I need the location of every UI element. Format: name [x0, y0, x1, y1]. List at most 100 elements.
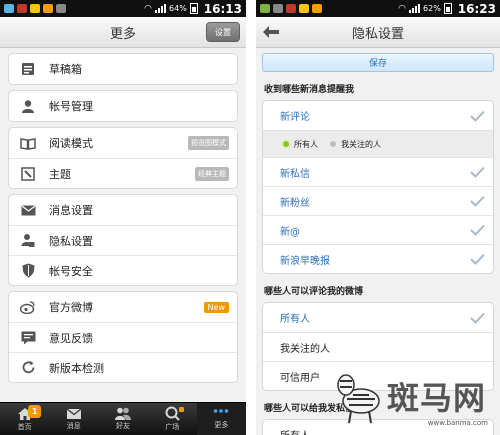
option-label: 所有人	[280, 314, 310, 325]
radio-label: 我关注的人	[341, 139, 381, 149]
signal-icon	[155, 4, 167, 13]
option-comment-following[interactable]: 我关注的人	[263, 332, 493, 361]
battery-icon	[189, 3, 198, 14]
app-icon	[56, 4, 66, 13]
radio-unselected-icon	[330, 141, 336, 147]
privacy-settings-screen: ◠ 62% 16:23 隐私设置 保存 收到哪些新消息提醒我 新评论 所有人 我…	[256, 0, 500, 435]
menu-item-official-weibo[interactable]: 官方微博 New	[9, 292, 237, 322]
menu-item-label: 新版本检测	[49, 361, 104, 375]
tab-friends[interactable]: 好友	[98, 403, 147, 435]
shield-icon	[19, 263, 37, 279]
wechat-icon	[299, 4, 309, 13]
option-label: 新私信	[280, 168, 310, 180]
friends-icon	[115, 407, 131, 420]
option-comment-everyone[interactable]: 所有人	[263, 303, 493, 332]
wifi-icon: ◠	[398, 3, 407, 14]
checkmark-icon	[470, 224, 485, 236]
radio-everyone[interactable]: 所有人	[283, 139, 318, 150]
menu-item-account-management[interactable]: 帐号管理	[9, 91, 237, 121]
radio-following[interactable]: 我关注的人	[330, 139, 381, 150]
book-icon	[19, 135, 37, 151]
clock: 16:23	[457, 1, 496, 16]
reading-mode-value: 预览图模式	[188, 136, 229, 150]
title-bar: 更多 设置	[0, 17, 246, 48]
radio-label: 所有人	[294, 139, 318, 149]
tab-home[interactable]: 首页 1	[0, 403, 49, 435]
unread-count-badge: 1	[28, 405, 42, 418]
battery-icon	[443, 3, 452, 14]
tab-square[interactable]: 广场	[148, 403, 197, 435]
menu-item-privacy-settings[interactable]: 隐私设置	[9, 225, 237, 255]
option-label: 新@	[280, 226, 300, 238]
checkmark-icon	[470, 110, 485, 122]
wifi-icon: ◠	[144, 3, 153, 14]
signal-icon	[409, 4, 421, 13]
checkmark-icon	[470, 195, 485, 207]
settings-button[interactable]: 设置	[206, 22, 240, 42]
menu-item-label: 意见反馈	[49, 331, 93, 345]
tab-label: 消息	[66, 421, 81, 430]
new-content-dot	[178, 407, 184, 412]
option-label: 新粉丝	[280, 197, 310, 209]
search-icon	[165, 406, 180, 421]
app-icon	[43, 4, 53, 13]
option-new-private-message[interactable]: 新私信	[263, 157, 493, 186]
shield-notification-icon	[286, 4, 296, 13]
option-new-comment[interactable]: 新评论	[263, 101, 493, 130]
checkmark-icon	[470, 253, 485, 265]
new-badge: New	[203, 301, 229, 313]
theme-icon	[19, 166, 37, 182]
watermark: 斑马网 www.banma.com	[331, 365, 496, 427]
option-new-followers[interactable]: 新粉丝	[263, 186, 493, 215]
envelope-icon	[19, 202, 37, 218]
feedback-icon	[19, 330, 37, 346]
menu-group-about: 官方微博 New 意见反馈 新版本检测	[8, 291, 238, 383]
message-icon	[66, 408, 82, 419]
menu-group-drafts: 草稿箱	[8, 53, 238, 85]
menu-item-message-settings[interactable]: 消息设置	[9, 195, 237, 225]
menu-item-label: 主题	[49, 167, 71, 181]
tab-more[interactable]: 更多	[196, 403, 246, 435]
theme-value: 经典主题	[195, 166, 229, 181]
menu-item-account-security[interactable]: 帐号安全	[9, 255, 237, 285]
option-label: 可信用户	[280, 372, 320, 384]
menu-item-check-update[interactable]: 新版本检测	[9, 352, 237, 382]
tab-label: 广场	[165, 423, 180, 431]
checkmark-icon	[470, 312, 485, 324]
menu-group-settings: 消息设置 隐私设置 帐号安全	[8, 194, 238, 286]
screenshot-divider	[246, 0, 256, 435]
user-icon	[19, 98, 37, 114]
menu-item-label: 帐号安全	[49, 264, 93, 278]
menu-item-label: 帐号管理	[49, 100, 93, 113]
menu-item-label: 隐私设置	[49, 234, 93, 248]
option-new-mentions[interactable]: 新@	[263, 215, 493, 244]
menu-item-label: 草稿箱	[49, 63, 82, 76]
menu-item-drafts[interactable]: 草稿箱	[9, 54, 237, 84]
wechat-icon	[30, 4, 40, 13]
option-label: 新浪早晚报	[280, 255, 330, 267]
tab-label: 更多	[214, 421, 229, 429]
more-icon	[214, 409, 229, 413]
battery-percent: 64%	[169, 4, 187, 13]
app-icon	[4, 4, 14, 13]
option-sina-daily-news[interactable]: 新浪早晚报	[263, 244, 493, 273]
menu-item-reading-mode[interactable]: 阅读模式 预览图模式	[9, 128, 237, 158]
zebra-logo-icon	[337, 374, 380, 424]
image-icon	[273, 4, 283, 13]
save-button[interactable]: 保存	[262, 53, 494, 72]
back-arrow-icon[interactable]	[262, 25, 280, 39]
draft-icon	[19, 61, 37, 77]
tab-messages[interactable]: 消息	[49, 403, 98, 435]
menu-group-account: 帐号管理	[8, 90, 238, 122]
shield-notification-icon	[17, 4, 27, 13]
refresh-icon	[19, 360, 37, 376]
menu-item-feedback[interactable]: 意见反馈	[9, 322, 237, 352]
app-icon	[312, 4, 322, 13]
tab-label: 好友	[116, 422, 130, 430]
menu-group-display: 阅读模式 预览图模式 主题 经典主题	[8, 127, 238, 189]
option-label: 所有人	[280, 427, 310, 435]
status-bar: ◠ 62% 16:23	[256, 0, 500, 17]
menu-item-theme[interactable]: 主题 经典主题	[9, 158, 237, 188]
notification-icons	[260, 4, 322, 13]
watermark-url: www.banma.com	[427, 419, 488, 427]
